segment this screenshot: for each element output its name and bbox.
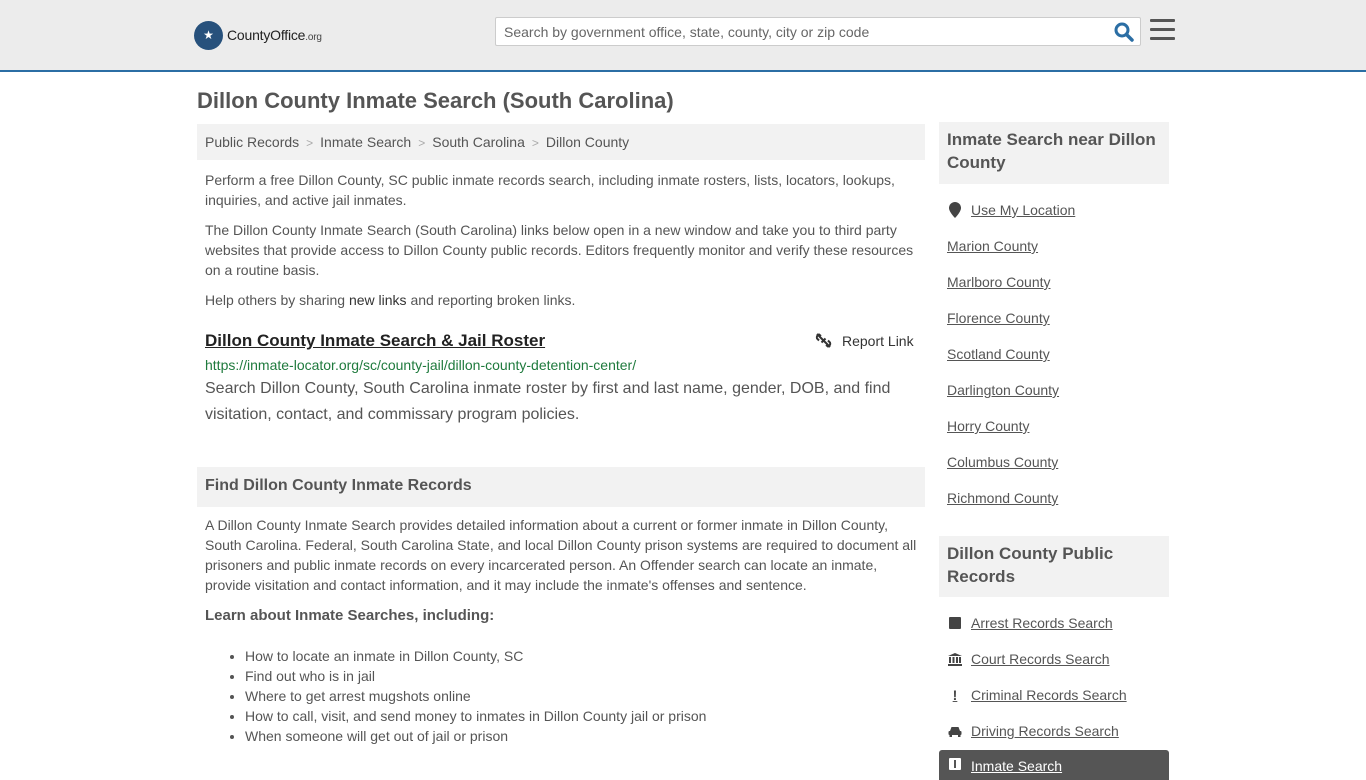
result-url: https://inmate-locator.org/sc/county-jai… (205, 357, 637, 373)
intro-paragraph-1: Perform a free Dillon County, SC public … (205, 172, 895, 208)
arrest-records-link[interactable]: Arrest Records Search (947, 615, 1113, 631)
new-links-link[interactable]: new links (349, 292, 407, 308)
intro-paragraph-2: The Dillon County Inmate Search (South C… (205, 222, 914, 278)
logo-eagle-icon: ★ (194, 20, 223, 50)
use-my-location-link[interactable]: Use My Location (947, 202, 1075, 218)
list-item: Where to get arrest mugshots online (245, 686, 706, 706)
logo-text: CountyOffice.org (227, 27, 322, 43)
breadcrumb-dillon-county[interactable]: Dillon County (546, 134, 629, 150)
map-marker-icon (947, 202, 963, 218)
breadcrumb: Public Records > Inmate Search > South Carol… (197, 124, 925, 160)
exclamation-icon: ! (952, 687, 958, 703)
learn-heading: Learn about Inmate Searches, including: (205, 607, 495, 624)
intro-paragraph-3: Help others by sharing new links and rep… (205, 292, 576, 308)
breadcrumb-separator-icon: > (306, 136, 314, 150)
report-link-button[interactable]: Report Link (815, 332, 914, 349)
criminal-records-link[interactable]: ! Criminal Records Search (947, 687, 1127, 703)
breadcrumb-inmate-search[interactable]: Inmate Search (320, 134, 411, 150)
breadcrumb-separator-icon: > (418, 136, 426, 150)
nearby-county-link[interactable]: Darlington County (947, 382, 1059, 398)
search-input[interactable] (496, 18, 1106, 45)
hamburger-menu-icon[interactable] (1150, 19, 1175, 41)
search-box (495, 17, 1141, 46)
list-item: How to call, visit, and send money to in… (245, 706, 706, 726)
breadcrumb-south-carolina[interactable]: South Carolina (432, 134, 525, 150)
breadcrumb-public-records[interactable]: Public Records (205, 134, 299, 150)
nearby-county-link[interactable]: Richmond County (947, 490, 1058, 506)
sidebar-nearby-heading: Inmate Search near Dillon County (939, 122, 1169, 184)
driving-records-link[interactable]: Driving Records Search (947, 723, 1119, 739)
find-records-body: A Dillon County Inmate Search provides d… (205, 517, 917, 593)
broken-link-icon (815, 333, 832, 348)
site-header: ★ CountyOffice.org (0, 0, 1366, 72)
result-description: Search Dillon County, South Carolina inm… (205, 380, 891, 423)
list-item: When someone will get out of jail or pri… (245, 726, 706, 746)
learn-list: How to locate an inmate in Dillon County… (245, 646, 706, 746)
inmate-search-link-active[interactable]: Inmate Search (939, 750, 1169, 780)
nearby-county-link[interactable]: Florence County (947, 310, 1050, 326)
site-logo[interactable]: ★ CountyOffice.org (194, 20, 322, 50)
arrest-icon (947, 617, 963, 629)
courthouse-icon (947, 652, 963, 666)
nearby-county-link[interactable]: Scotland County (947, 346, 1050, 362)
nearby-county-link[interactable]: Marlboro County (947, 274, 1051, 290)
car-icon (947, 726, 963, 737)
page-title: Dillon County Inmate Search (South Carol… (197, 88, 674, 113)
result-title-link[interactable]: Dillon County Inmate Search & Jail Roste… (205, 331, 545, 351)
nearby-county-link[interactable]: Marion County (947, 238, 1038, 254)
list-item: How to locate an inmate in Dillon County… (245, 646, 706, 666)
nearby-county-link[interactable]: Horry County (947, 418, 1029, 434)
list-item: Find out who is in jail (245, 666, 706, 686)
search-icon[interactable] (1114, 22, 1134, 42)
nearby-county-link[interactable]: Columbus County (947, 454, 1058, 470)
inmate-icon (947, 758, 963, 770)
find-records-heading: Find Dillon County Inmate Records (197, 467, 925, 507)
sidebar-records-heading: Dillon County Public Records (939, 536, 1169, 597)
breadcrumb-separator-icon: > (531, 136, 539, 150)
court-records-link[interactable]: Court Records Search (947, 651, 1110, 667)
